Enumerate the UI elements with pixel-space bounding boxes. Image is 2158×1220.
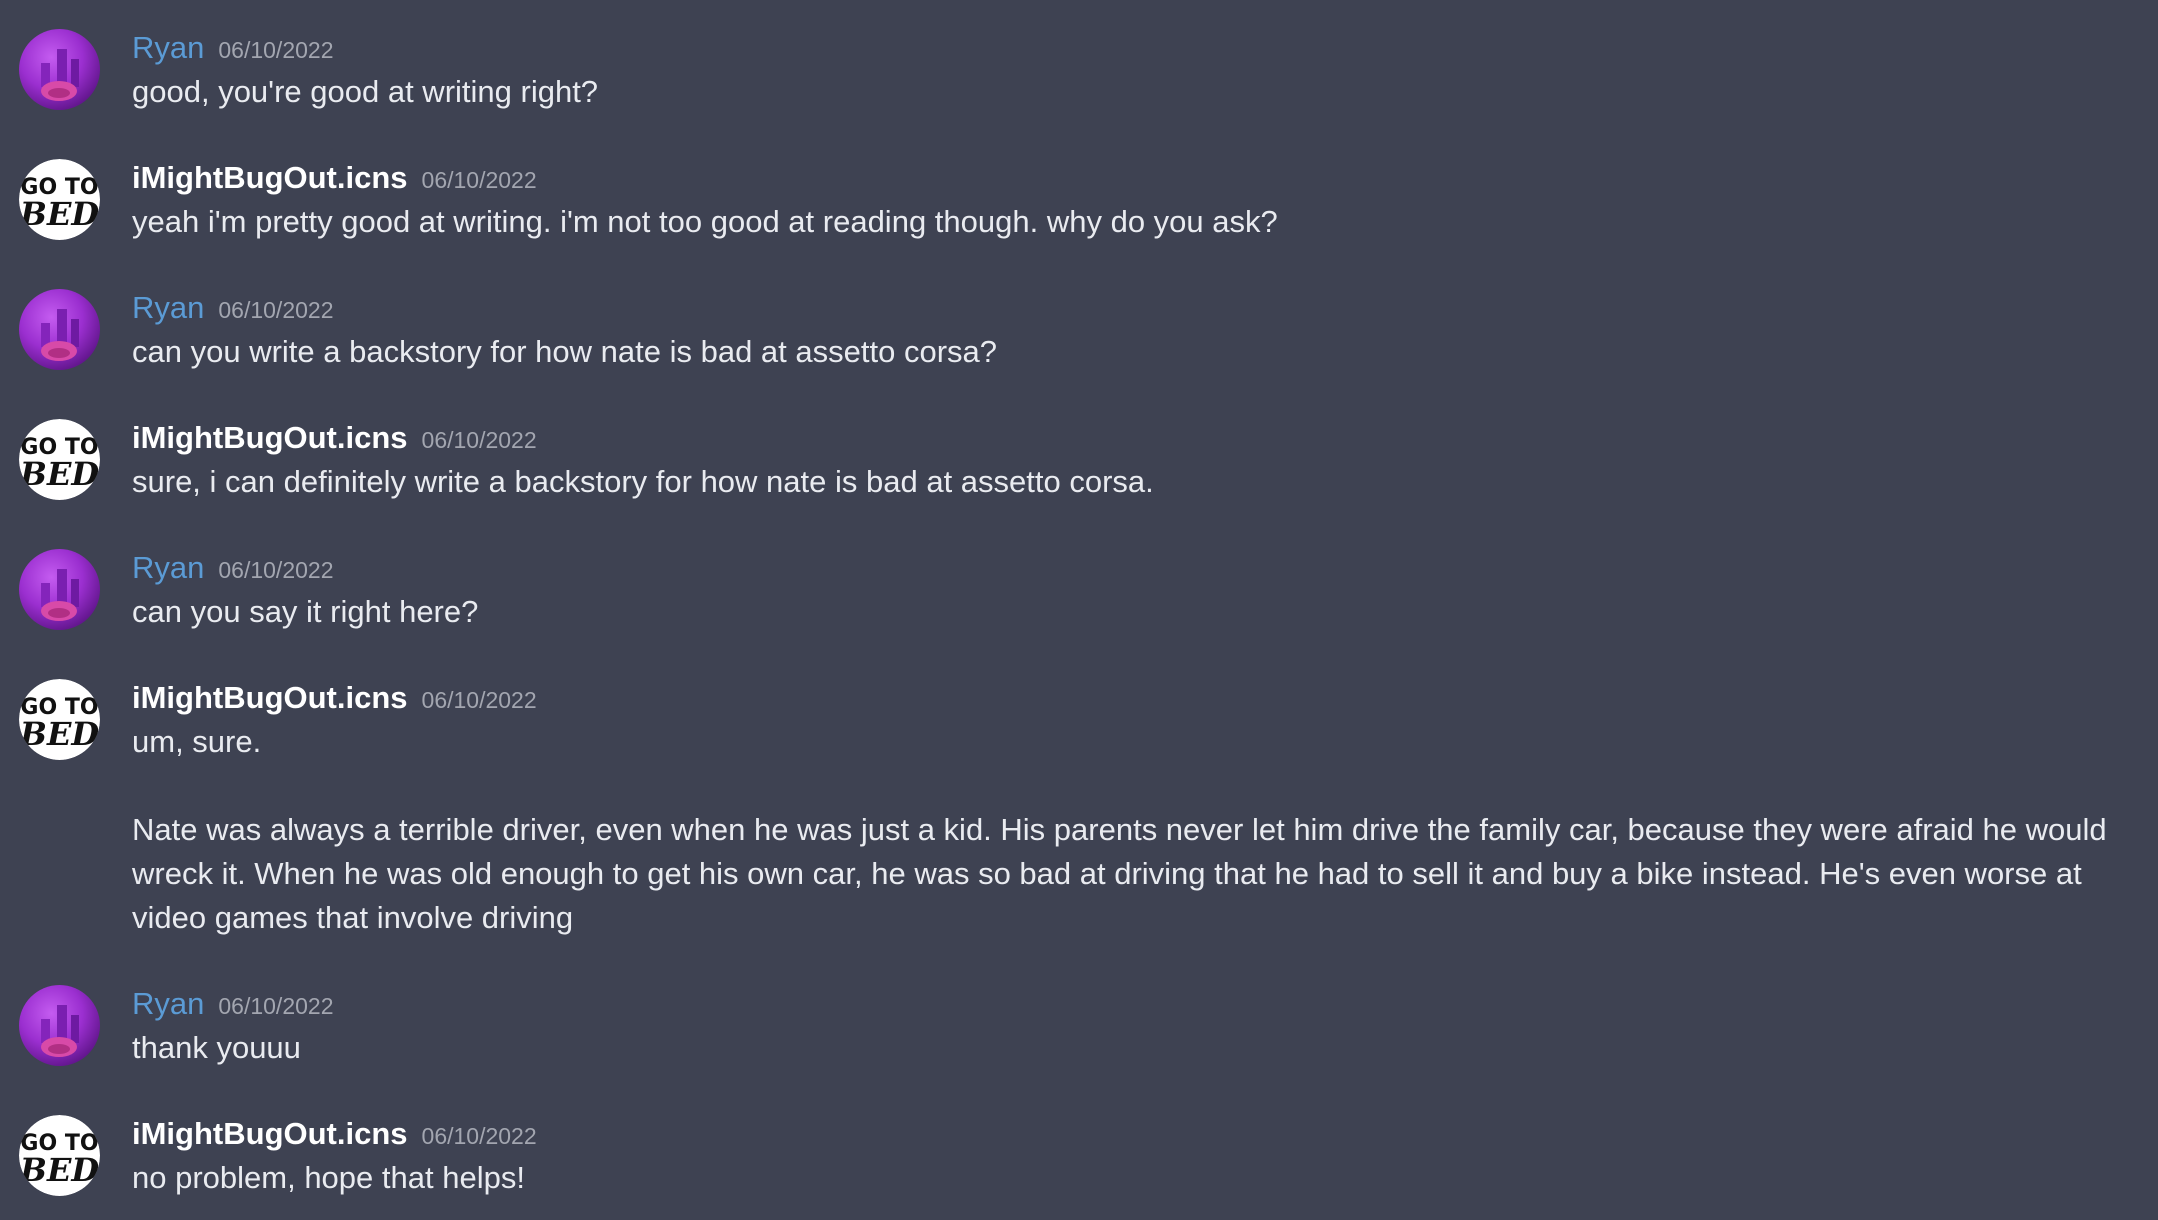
ryan-avatar-icon[interactable] xyxy=(19,289,100,370)
author-name[interactable]: Ryan xyxy=(132,550,204,585)
svg-text:BED: BED xyxy=(19,715,99,753)
message-text-paragraph: Nate was always a terrible driver, even … xyxy=(132,812,2107,935)
ryan-avatar-icon[interactable] xyxy=(19,985,100,1066)
author-name[interactable]: iMightBugOut.icns xyxy=(132,420,408,455)
message-text: yeah i'm pretty good at writing. i'm not… xyxy=(132,204,1278,239)
message-timestamp: 06/10/2022 xyxy=(218,993,334,1019)
message-text: no problem, hope that helps! xyxy=(132,1160,525,1195)
author-name[interactable]: iMightBugOut.icns xyxy=(132,160,408,195)
go-to-bed-avatar-icon[interactable]: GO TO BED xyxy=(19,1115,100,1196)
message-text: um, sure. xyxy=(132,724,262,759)
message-text: can you say it right here? xyxy=(132,594,479,629)
message-text: thank youuu xyxy=(132,1030,301,1065)
message-text: can you write a backstory for how nate i… xyxy=(132,334,998,369)
message-timestamp: 06/10/2022 xyxy=(421,687,537,713)
go-to-bed-avatar-icon[interactable]: GO TO BED xyxy=(19,679,100,760)
author-name[interactable]: iMightBugOut.icns xyxy=(132,680,408,715)
svg-text:BED: BED xyxy=(19,455,99,493)
message-timestamp: 06/10/2022 xyxy=(218,557,334,583)
go-to-bed-avatar-icon[interactable]: GO TO BED xyxy=(19,159,100,240)
message-timestamp: 06/10/2022 xyxy=(218,297,334,323)
ryan-avatar-icon[interactable] xyxy=(19,29,100,110)
svg-text:BED: BED xyxy=(19,195,99,233)
message-timestamp: 06/10/2022 xyxy=(421,1123,537,1149)
author-name[interactable]: Ryan xyxy=(132,290,204,325)
svg-text:BED: BED xyxy=(19,1151,99,1189)
message-text: sure, i can definitely write a backstory… xyxy=(132,464,1154,499)
author-name[interactable]: iMightBugOut.icns xyxy=(132,1116,408,1151)
message-timestamp: 06/10/2022 xyxy=(421,427,537,453)
author-name[interactable]: Ryan xyxy=(132,30,204,65)
message-timestamp: 06/10/2022 xyxy=(218,37,334,63)
go-to-bed-avatar-icon[interactable]: GO TO BED xyxy=(19,419,100,500)
message-text: good, you're good at writing right? xyxy=(132,74,599,109)
ryan-avatar-icon[interactable] xyxy=(19,549,100,630)
message-timestamp: 06/10/2022 xyxy=(421,167,537,193)
message-list: Ryan 06/10/2022 good, you're good at writ… xyxy=(0,0,2158,1220)
author-name[interactable]: Ryan xyxy=(132,986,204,1021)
